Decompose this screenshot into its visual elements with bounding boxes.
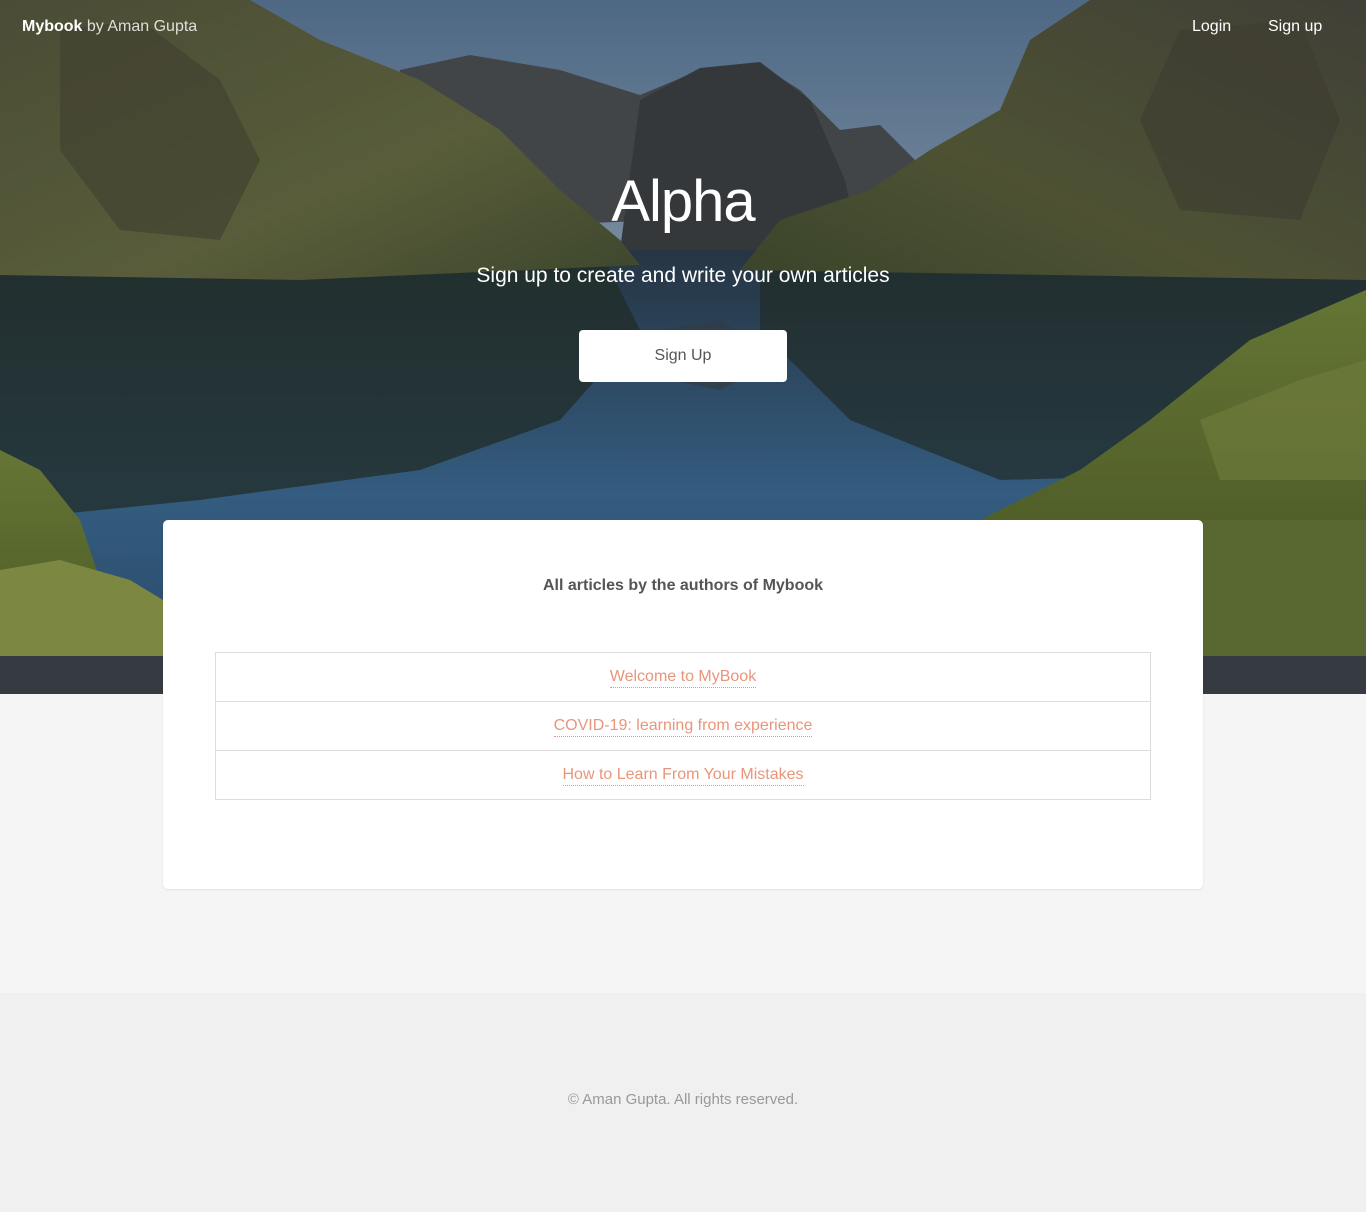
articles-heading: All articles by the authors of Mybook xyxy=(542,577,824,594)
site-footer: © Aman Gupta. All rights reserved. xyxy=(0,993,1366,1212)
brand-logo[interactable]: Mybook by Aman Gupta xyxy=(22,18,197,36)
hero-subtitle: Sign up to create and write your own art… xyxy=(476,264,890,287)
list-item: Welcome to MyBook xyxy=(216,653,1150,702)
signup-button[interactable]: Sign Up xyxy=(579,330,787,382)
page: Mybook by Aman Gupta Login Sign up Alpha… xyxy=(0,0,1366,1212)
article-link[interactable]: How to Learn From Your Mistakes xyxy=(562,765,804,786)
brand-name: Mybook xyxy=(22,18,83,35)
articles-card: All articles by the authors of Mybook We… xyxy=(163,520,1203,889)
signup-link[interactable]: Sign up xyxy=(1268,18,1322,36)
brand-author: by Aman Gupta xyxy=(86,18,198,35)
article-link[interactable]: Welcome to MyBook xyxy=(609,667,757,688)
article-link[interactable]: COVID-19: learning from experience xyxy=(553,716,813,737)
copyright-text: © Aman Gupta. All rights reserved. xyxy=(567,1091,799,1108)
article-list: Welcome to MyBook COVID-19: learning fro… xyxy=(215,652,1151,800)
list-item: How to Learn From Your Mistakes xyxy=(216,751,1150,799)
login-link[interactable]: Login xyxy=(1192,18,1231,36)
hero-title: Alpha xyxy=(611,169,755,234)
site-header: Mybook by Aman Gupta Login Sign up xyxy=(0,0,1366,58)
list-item: COVID-19: learning from experience xyxy=(216,702,1150,751)
